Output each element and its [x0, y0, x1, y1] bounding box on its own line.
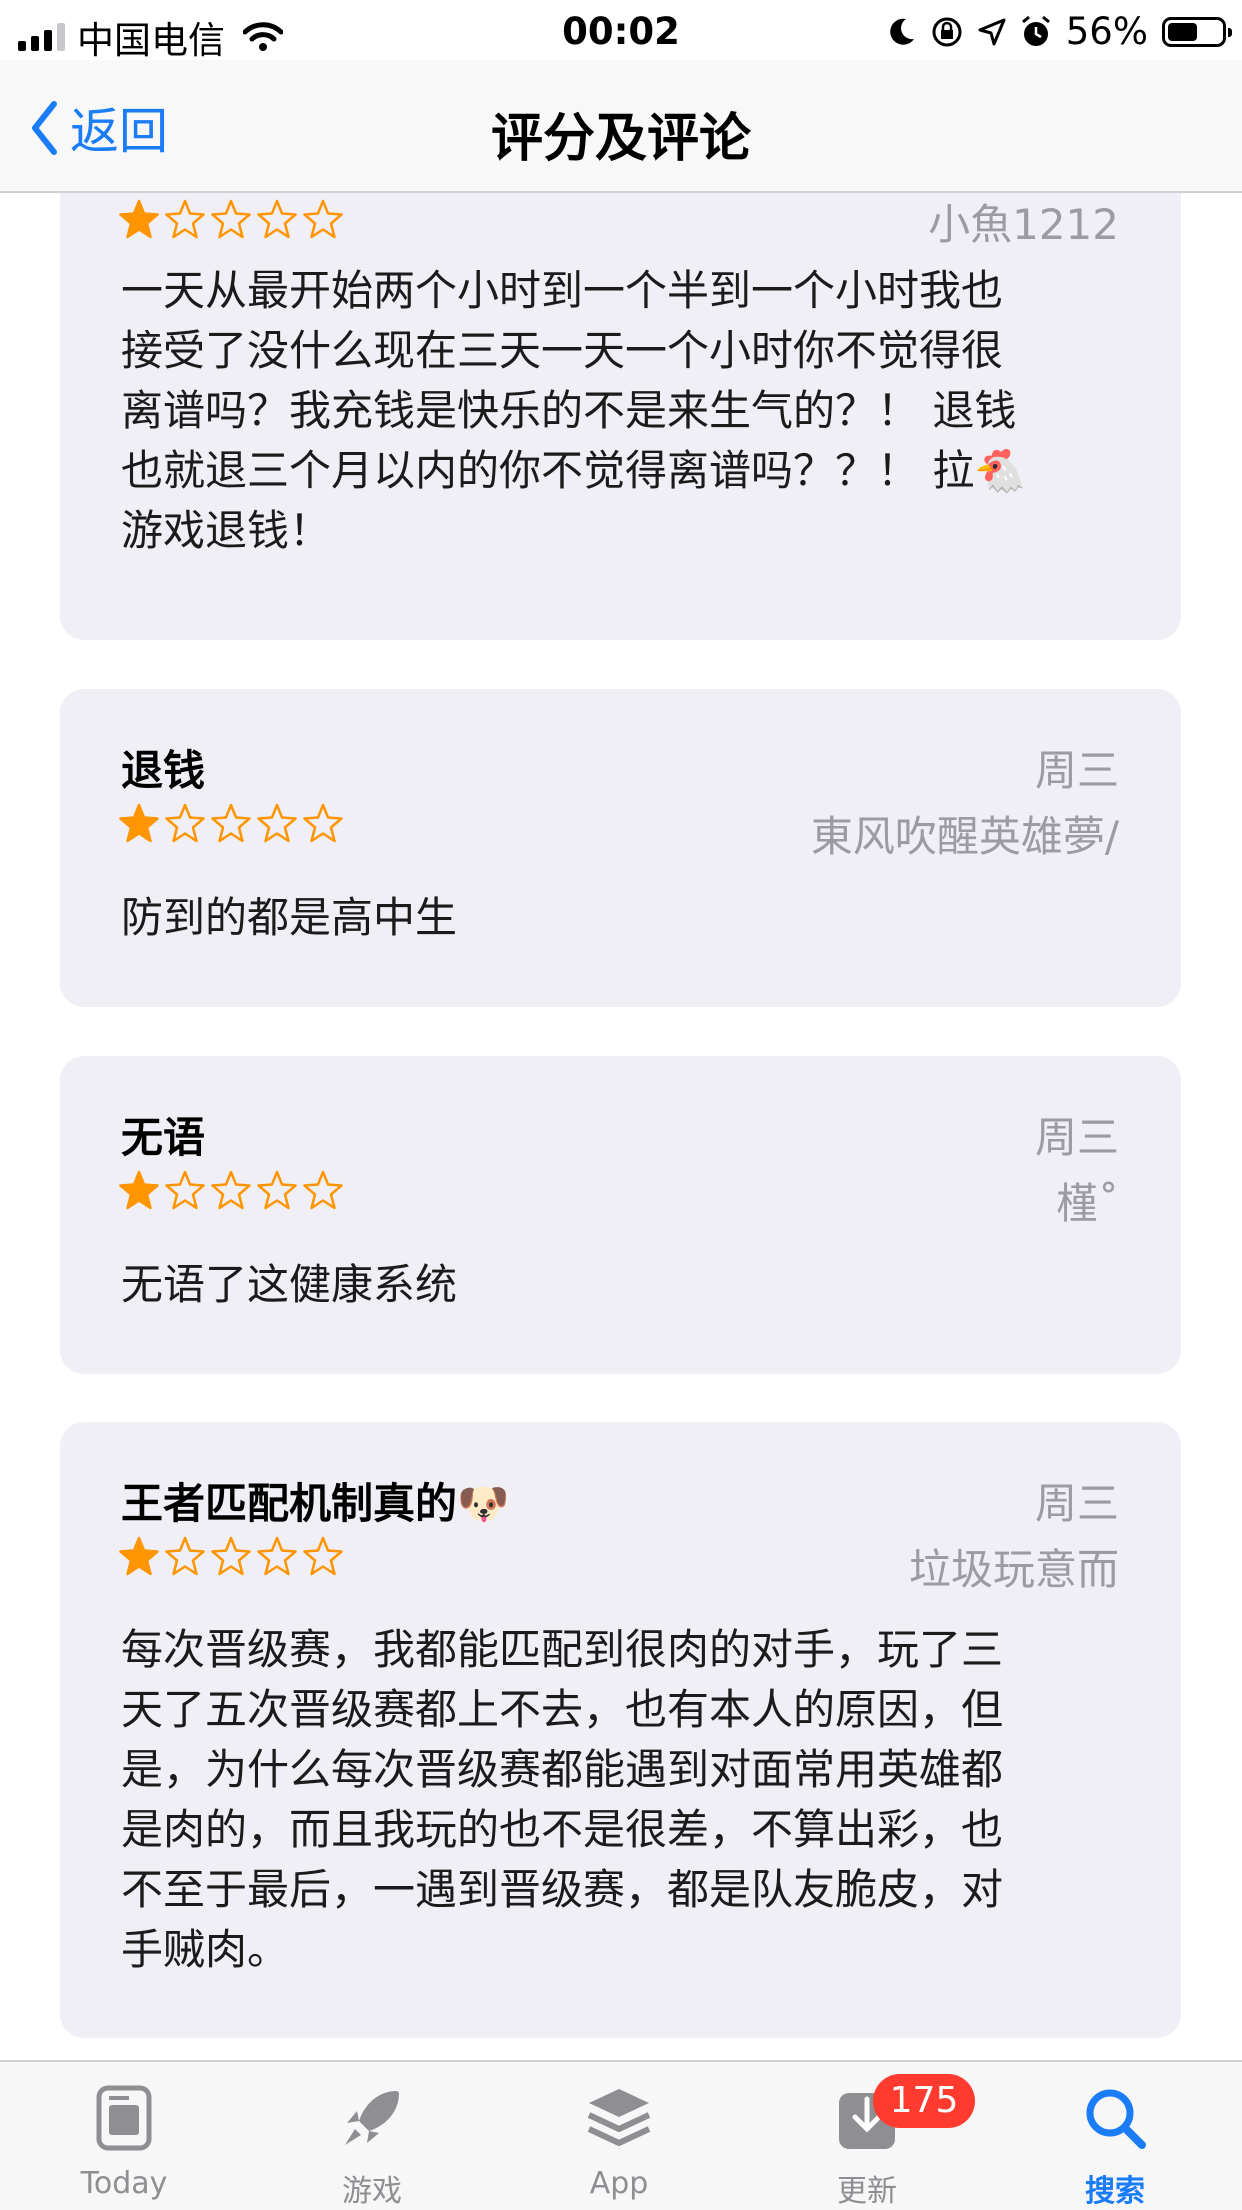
- star-empty-icon: [211, 199, 251, 239]
- review-line: 也就退三个月以内的你不觉得离谱吗？？！ 拉🐔: [121, 446, 1027, 495]
- battery-level: [1168, 22, 1198, 41]
- review-line: 离谱吗？我充钱是快乐的不是来生气的？！ 退钱: [121, 386, 1017, 435]
- rotation-lock-icon: [932, 17, 962, 46]
- rocket-icon: [345, 2091, 399, 2145]
- today-icon: [96, 2085, 152, 2151]
- tab-label: 游戏: [342, 2174, 402, 2209]
- star-empty-icon: [257, 1536, 297, 1576]
- star-filled-icon: [119, 803, 159, 843]
- tab-apps[interactable]: App: [529, 2080, 709, 2201]
- star-filled-icon: [119, 199, 159, 239]
- star-rating: [119, 803, 343, 843]
- tab-label: Today: [80, 2166, 168, 2201]
- star-empty-icon: [303, 1536, 343, 1576]
- star-rating: [119, 1170, 343, 1210]
- review-line: 天了五次晋级赛都上不去，也有本人的原因，但: [121, 1685, 1004, 1734]
- star-empty-icon: [165, 1536, 205, 1576]
- star-empty-icon: [303, 803, 343, 843]
- review-author: 小魚1212: [928, 200, 1119, 249]
- tab-bar: Today 游戏 App 175 更新 搜索: [0, 2060, 1242, 2210]
- review-line: 手贼肉。: [121, 1925, 290, 1974]
- review-author: 東风吹醒英雄夢/: [810, 812, 1119, 861]
- review-line: 一天从最开始两个小时到一个半到一个小时我也: [121, 266, 1004, 315]
- star-empty-icon: [165, 1170, 205, 1210]
- review-line: 每次晋级赛，我都能匹配到很肉的对手，玩了三: [121, 1625, 1004, 1674]
- updates-badge: 175: [873, 2074, 975, 2128]
- star-filled-icon: [119, 1536, 159, 1576]
- tab-games[interactable]: 游戏: [282, 2080, 462, 2210]
- search-icon: [1086, 2089, 1146, 2149]
- star-empty-icon: [165, 803, 205, 843]
- review-date: 周三: [1034, 746, 1119, 795]
- tab-label: App: [589, 2166, 649, 2201]
- battery-percent: 56%: [1065, 10, 1148, 53]
- star-empty-icon: [211, 1536, 251, 1576]
- review-body: 每次晋级赛，我都能匹配到很肉的对手，玩了三 天了五次晋级赛都上不去，也有本人的原…: [121, 1620, 1121, 1980]
- star-rating: [119, 1536, 343, 1576]
- review-author: 槿˚: [1055, 1179, 1119, 1228]
- moon-icon: [889, 18, 914, 45]
- star-filled-icon: [119, 1170, 159, 1210]
- alarm-icon: [1021, 15, 1050, 46]
- star-rating: [119, 199, 343, 239]
- status-bar: 中国电信 00:02 56%: [0, 0, 1242, 62]
- star-empty-icon: [257, 1170, 297, 1210]
- star-empty-icon: [303, 199, 343, 239]
- review-line: 是，为什么每次晋级赛都能遇到对面常用英雄都: [121, 1745, 1004, 1794]
- star-empty-icon: [211, 1170, 251, 1210]
- page-title: 评分及评论: [490, 109, 751, 169]
- tab-label: 搜索: [1085, 2174, 1145, 2209]
- tab-today[interactable]: Today: [34, 2080, 214, 2201]
- review-line: 无语了这健康系统: [121, 1260, 458, 1309]
- review-date: 周三: [1034, 1113, 1119, 1162]
- star-empty-icon: [257, 803, 297, 843]
- review-body: 无语了这健康系统: [121, 1255, 1121, 1315]
- navigation-bar: 返回 评分及评论: [0, 60, 1242, 193]
- review-line: 是肉的，而且我玩的也不是很差，不算出彩，也: [121, 1805, 1004, 1854]
- review-line: 防到的都是高中生: [121, 893, 458, 942]
- star-empty-icon: [303, 1170, 343, 1210]
- review-title: 退钱: [121, 746, 206, 795]
- review-title: 王者匹配机制真的🐶: [121, 1479, 510, 1528]
- tab-search[interactable]: 搜索: [1025, 2080, 1205, 2210]
- star-empty-icon: [257, 199, 297, 239]
- reviews-list[interactable]: 小魚1212 一天从最开始两个小时到一个半到一个小时我也 接受了没什么现在三天一…: [0, 193, 1242, 2060]
- review-author: 垃圾玩意而: [908, 1545, 1119, 1594]
- review-card[interactable]: 无语 周三 槿˚ 无语了这健康系统: [60, 1056, 1181, 1374]
- tab-updates[interactable]: 175 更新: [777, 2074, 975, 2210]
- review-date: 周三: [1034, 1479, 1119, 1528]
- review-body: 一天从最开始两个小时到一个半到一个小时我也 接受了没什么现在三天一天一个小时你不…: [121, 261, 1121, 561]
- review-line: 游戏退钱！: [121, 506, 332, 555]
- battery-icon: [1162, 16, 1232, 47]
- review-body: 防到的都是高中生: [121, 888, 1121, 948]
- review-card[interactable]: 退钱 周三 東风吹醒英雄夢/ 防到的都是高中生: [60, 689, 1181, 1007]
- review-title: 无语: [121, 1113, 206, 1162]
- review-line: 不至于最后，一遇到晋级赛，都是队友脆皮，对: [121, 1865, 1004, 1914]
- star-empty-icon: [211, 803, 251, 843]
- review-card[interactable]: 小魚1212 一天从最开始两个小时到一个半到一个小时我也 接受了没什么现在三天一…: [60, 193, 1181, 640]
- tab-label: 更新: [837, 2174, 897, 2209]
- layers-icon: [587, 2089, 651, 2146]
- star-empty-icon: [165, 199, 205, 239]
- review-card[interactable]: 王者匹配机制真的🐶 周三 垃圾玩意而 每次晋级赛，我都能匹配到很肉的对手，玩了三…: [60, 1422, 1181, 2038]
- review-line: 接受了没什么现在三天一天一个小时你不觉得很: [121, 326, 1004, 375]
- location-icon: [978, 18, 1006, 45]
